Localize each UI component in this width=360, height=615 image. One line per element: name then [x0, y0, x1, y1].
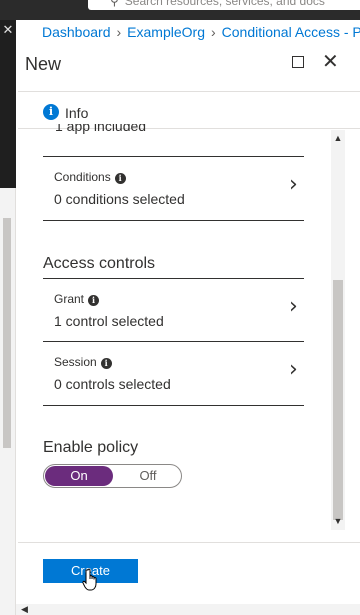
grant-row[interactable]: Grant i 1 control selected ›	[43, 279, 304, 341]
conditions-value: 0 conditions selected	[54, 191, 185, 207]
scroll-up-icon[interactable]: ▲	[331, 133, 345, 143]
conditions-row[interactable]: Conditions i 0 conditions selected ›	[43, 157, 304, 220]
chevron-right-icon: ›	[116, 24, 122, 40]
session-value: 0 controls selected	[54, 376, 171, 392]
enable-policy-title: Enable policy	[43, 439, 139, 456]
breadcrumb-exampleorg[interactable]: ExampleOrg	[127, 24, 205, 40]
grant-value: 1 control selected	[54, 313, 164, 329]
info-icon: i	[100, 358, 112, 369]
info-icon: i	[88, 295, 100, 306]
breadcrumb: Dashboard › ExampleOrg › Conditional Access …	[42, 24, 360, 40]
search-placeholder: Search resources, services, and docs	[124, 0, 325, 8]
scrollbar-thumb[interactable]	[333, 280, 343, 520]
scroll-left-icon[interactable]: ◀	[21, 604, 28, 615]
session-row[interactable]: Session i 0 controls selected ›	[43, 342, 304, 405]
header-divider	[18, 91, 360, 92]
apps-summary: 1 app included	[55, 124, 147, 134]
breadcrumb-conditional-access[interactable]: Conditional Access - P	[222, 24, 360, 40]
left-panel: ✕	[0, 20, 16, 188]
blade-scrollbar[interactable]: ▲ ▼	[331, 130, 345, 530]
grant-label: Grant i	[54, 292, 100, 306]
horizontal-scrollbar[interactable]: ◀	[16, 604, 360, 615]
left-scrollbar-thumb[interactable]	[3, 218, 11, 448]
info-icon: i	[43, 104, 59, 120]
close-icon[interactable]: ✕	[0, 22, 16, 38]
left-panel-scroll: ▲	[0, 188, 16, 615]
row-divider	[43, 405, 304, 406]
chevron-right-icon: ›	[289, 294, 298, 319]
hand-cursor-icon	[82, 568, 97, 591]
conditions-label: Conditions i	[54, 170, 126, 184]
footer-divider	[18, 542, 360, 543]
maximize-icon[interactable]	[292, 56, 304, 68]
row-divider	[43, 220, 304, 221]
chevron-right-icon: ›	[210, 24, 216, 40]
blade-title: New	[25, 54, 62, 74]
access-controls-title: Access controls	[43, 255, 156, 272]
search-box[interactable]: ⚲ Search resources, services, and docs	[88, 0, 360, 10]
info-label: Info	[65, 105, 89, 121]
toggle-on-option[interactable]: On	[45, 466, 113, 486]
chevron-right-icon: ›	[289, 357, 298, 382]
scroll-down-icon[interactable]: ▼	[331, 516, 345, 526]
session-label: Session i	[54, 355, 112, 369]
top-bar: ⚲ Search resources, services, and docs	[0, 0, 360, 20]
info-icon: i	[114, 173, 126, 184]
blade-close-icon[interactable]: ✕	[322, 50, 339, 74]
chevron-right-icon: ›	[289, 172, 298, 197]
toggle-off-option[interactable]: Off	[116, 466, 180, 486]
breadcrumb-dashboard[interactable]: Dashboard	[42, 24, 111, 40]
search-icon: ⚲	[110, 0, 119, 8]
enable-policy-toggle[interactable]: On Off	[43, 464, 182, 488]
